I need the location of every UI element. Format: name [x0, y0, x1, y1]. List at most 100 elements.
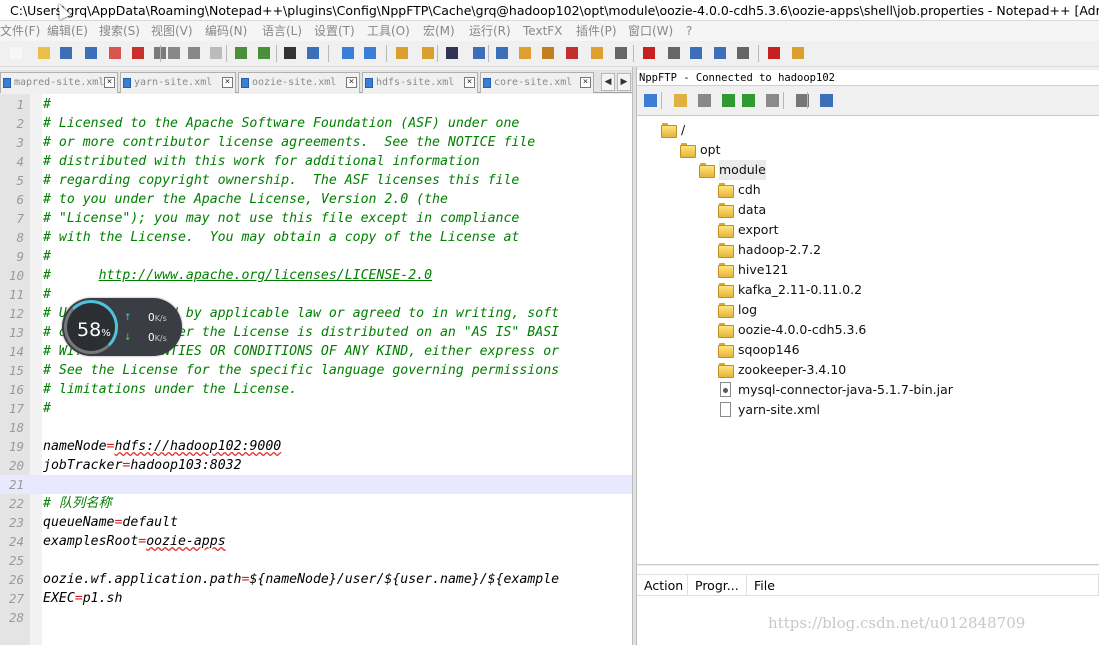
comment-link[interactable]: http://www.apache.org/licenses/LICENSE-2…	[99, 268, 432, 283]
save-macro-icon[interactable]	[734, 44, 752, 62]
redo-icon[interactable]	[255, 44, 273, 62]
code-line[interactable]: 8 # with the License. You may obtain a co…	[0, 228, 632, 247]
code-line[interactable]: 16 # limitations under the License.	[0, 380, 632, 399]
file-tab[interactable]: core-site.xml ×	[480, 72, 594, 93]
menu-item-11[interactable]: 插件(P)	[576, 21, 617, 41]
refresh-icon[interactable]	[739, 91, 757, 109]
toolbar-separator	[661, 92, 662, 109]
replace-icon[interactable]	[304, 44, 322, 62]
word-wrap-icon[interactable]	[443, 44, 461, 62]
close-tab-icon[interactable]: ×	[104, 77, 115, 88]
record-macro-icon[interactable]	[640, 44, 658, 62]
download-icon[interactable]	[695, 91, 713, 109]
indent-guide-icon[interactable]	[493, 44, 511, 62]
code-line[interactable]: 2 # Licensed to the Apache Software Found…	[0, 114, 632, 133]
menu-item-13[interactable]: ?	[686, 21, 692, 41]
monitor-icon[interactable]	[612, 44, 630, 62]
undo-icon[interactable]	[232, 44, 250, 62]
queue-column-header[interactable]: Progr...	[688, 575, 747, 596]
code-line[interactable]: 23 queueName=default	[0, 513, 632, 532]
code-line[interactable]: 10 # http://www.apache.org/licenses/LICEN…	[0, 266, 632, 285]
menu-item-3[interactable]: 视图(V)	[151, 21, 193, 41]
folder-workspace-icon[interactable]	[588, 44, 606, 62]
copy-icon[interactable]	[185, 44, 203, 62]
line-content: jobTracker=hadoop103:8032	[43, 456, 242, 475]
close-tab-icon[interactable]: ×	[580, 77, 591, 88]
queue-column-header[interactable]: File	[747, 575, 1099, 596]
menu-item-1[interactable]: 编辑(E)	[47, 21, 88, 41]
abort-icon[interactable]	[763, 91, 781, 109]
file-tab[interactable]: mapred-site.xml ×	[0, 72, 118, 93]
code-line[interactable]: 7 # "License"); you may not use this file…	[0, 209, 632, 228]
code-line[interactable]: 17 #	[0, 399, 632, 418]
code-line[interactable]: 9 #	[0, 247, 632, 266]
doc-map-icon[interactable]	[539, 44, 557, 62]
menu-item-4[interactable]: 编码(N)	[205, 21, 247, 41]
file-tab[interactable]: yarn-site.xml ×	[120, 72, 236, 93]
open-folder-icon[interactable]	[671, 91, 689, 109]
line-number: 28	[8, 610, 24, 625]
stop-record-icon[interactable]	[665, 44, 683, 62]
code-line[interactable]: 21	[0, 475, 632, 494]
code-line[interactable]: 20 jobTracker=hadoop103:8032	[0, 456, 632, 475]
play-macro-icon[interactable]	[687, 44, 705, 62]
code-line[interactable]: 6 # to you under the Apache License, Vers…	[0, 190, 632, 209]
run-macro-multiple-icon[interactable]	[711, 44, 729, 62]
upload-icon[interactable]	[719, 91, 737, 109]
menu-item-12[interactable]: 窗口(W)	[628, 21, 673, 41]
open-file-icon[interactable]	[35, 44, 53, 62]
connect-icon[interactable]	[641, 91, 659, 109]
function-list-icon[interactable]	[563, 44, 581, 62]
code-line[interactable]: 1 #	[0, 95, 632, 114]
code-line[interactable]: 19 nameNode=hdfs://hadoop102:9000	[0, 437, 632, 456]
user-lang-icon[interactable]	[516, 44, 534, 62]
close-tab-icon[interactable]: ×	[346, 77, 357, 88]
network-monitor-widget[interactable]: 58% ↑ 0K/s ↓ 0K/s	[62, 298, 182, 356]
zoom-out-icon[interactable]	[361, 44, 379, 62]
settings-icon[interactable]	[793, 91, 811, 109]
zoom-in-icon[interactable]	[339, 44, 357, 62]
sync-horizontal-icon[interactable]	[419, 44, 437, 62]
close-tab-icon[interactable]: ×	[464, 77, 475, 88]
menu-item-6[interactable]: 设置(T)	[314, 21, 355, 41]
code-line[interactable]: 26 oozie.wf.application.path=${nameNode}/…	[0, 570, 632, 589]
queue-column-header[interactable]: Action	[637, 575, 688, 596]
spellcheck-icon[interactable]	[765, 44, 783, 62]
save-all-icon[interactable]	[82, 44, 100, 62]
code-line[interactable]: 4 # distributed with this work for additi…	[0, 152, 632, 171]
code-line[interactable]: 24 examplesRoot=oozie-apps	[0, 532, 632, 551]
find-icon[interactable]	[281, 44, 299, 62]
code-line[interactable]: 15 # See the License for the specific lan…	[0, 361, 632, 380]
message-window-icon[interactable]	[817, 91, 835, 109]
code-editor[interactable]: 1 #2 # Licensed to the Apache Software Fou…	[0, 94, 632, 645]
menu-item-9[interactable]: 运行(R)	[469, 21, 511, 41]
save-icon[interactable]	[57, 44, 75, 62]
file-tab[interactable]: oozie-site.xml ×	[238, 72, 360, 93]
close-icon[interactable]	[106, 44, 124, 62]
nppftp-icon[interactable]	[789, 44, 807, 62]
menu-item-8[interactable]: 宏(M)	[423, 21, 455, 41]
menu-item-7[interactable]: 工具(O)	[367, 21, 410, 41]
show-all-chars-icon[interactable]	[470, 44, 488, 62]
menu-item-5[interactable]: 语言(L)	[262, 21, 302, 41]
file-tab[interactable]: hdfs-site.xml ×	[362, 72, 478, 93]
menu-item-0[interactable]: 文件(F)	[0, 21, 40, 41]
code-line[interactable]: 22 # 队列名称	[0, 494, 632, 513]
code-line[interactable]: 3 # or more contributor license agreement…	[0, 133, 632, 152]
menu-item-2[interactable]: 搜索(S)	[99, 21, 140, 41]
ftp-file-tree[interactable]: / opt module cdh data export hadoop-2.7.2 hive1…	[637, 115, 1099, 565]
new-file-icon[interactable]	[7, 44, 25, 62]
sync-vertical-icon[interactable]	[393, 44, 411, 62]
tab-scroll-left-button[interactable]: ◀	[601, 73, 615, 91]
close-all-icon[interactable]	[129, 44, 147, 62]
tab-scroll-right-button[interactable]: ▶	[617, 73, 631, 91]
code-line[interactable]: 5 # regarding copyright ownership. The AS…	[0, 171, 632, 190]
menu-item-10[interactable]: TextFX	[523, 21, 562, 41]
code-line[interactable]: 27 EXEC=p1.sh	[0, 589, 632, 608]
paste-icon[interactable]	[207, 44, 225, 62]
code-line[interactable]: 18	[0, 418, 632, 437]
cut-icon[interactable]	[165, 44, 183, 62]
code-line[interactable]: 25	[0, 551, 632, 570]
code-line[interactable]: 28	[0, 608, 632, 627]
close-tab-icon[interactable]: ×	[222, 77, 233, 88]
